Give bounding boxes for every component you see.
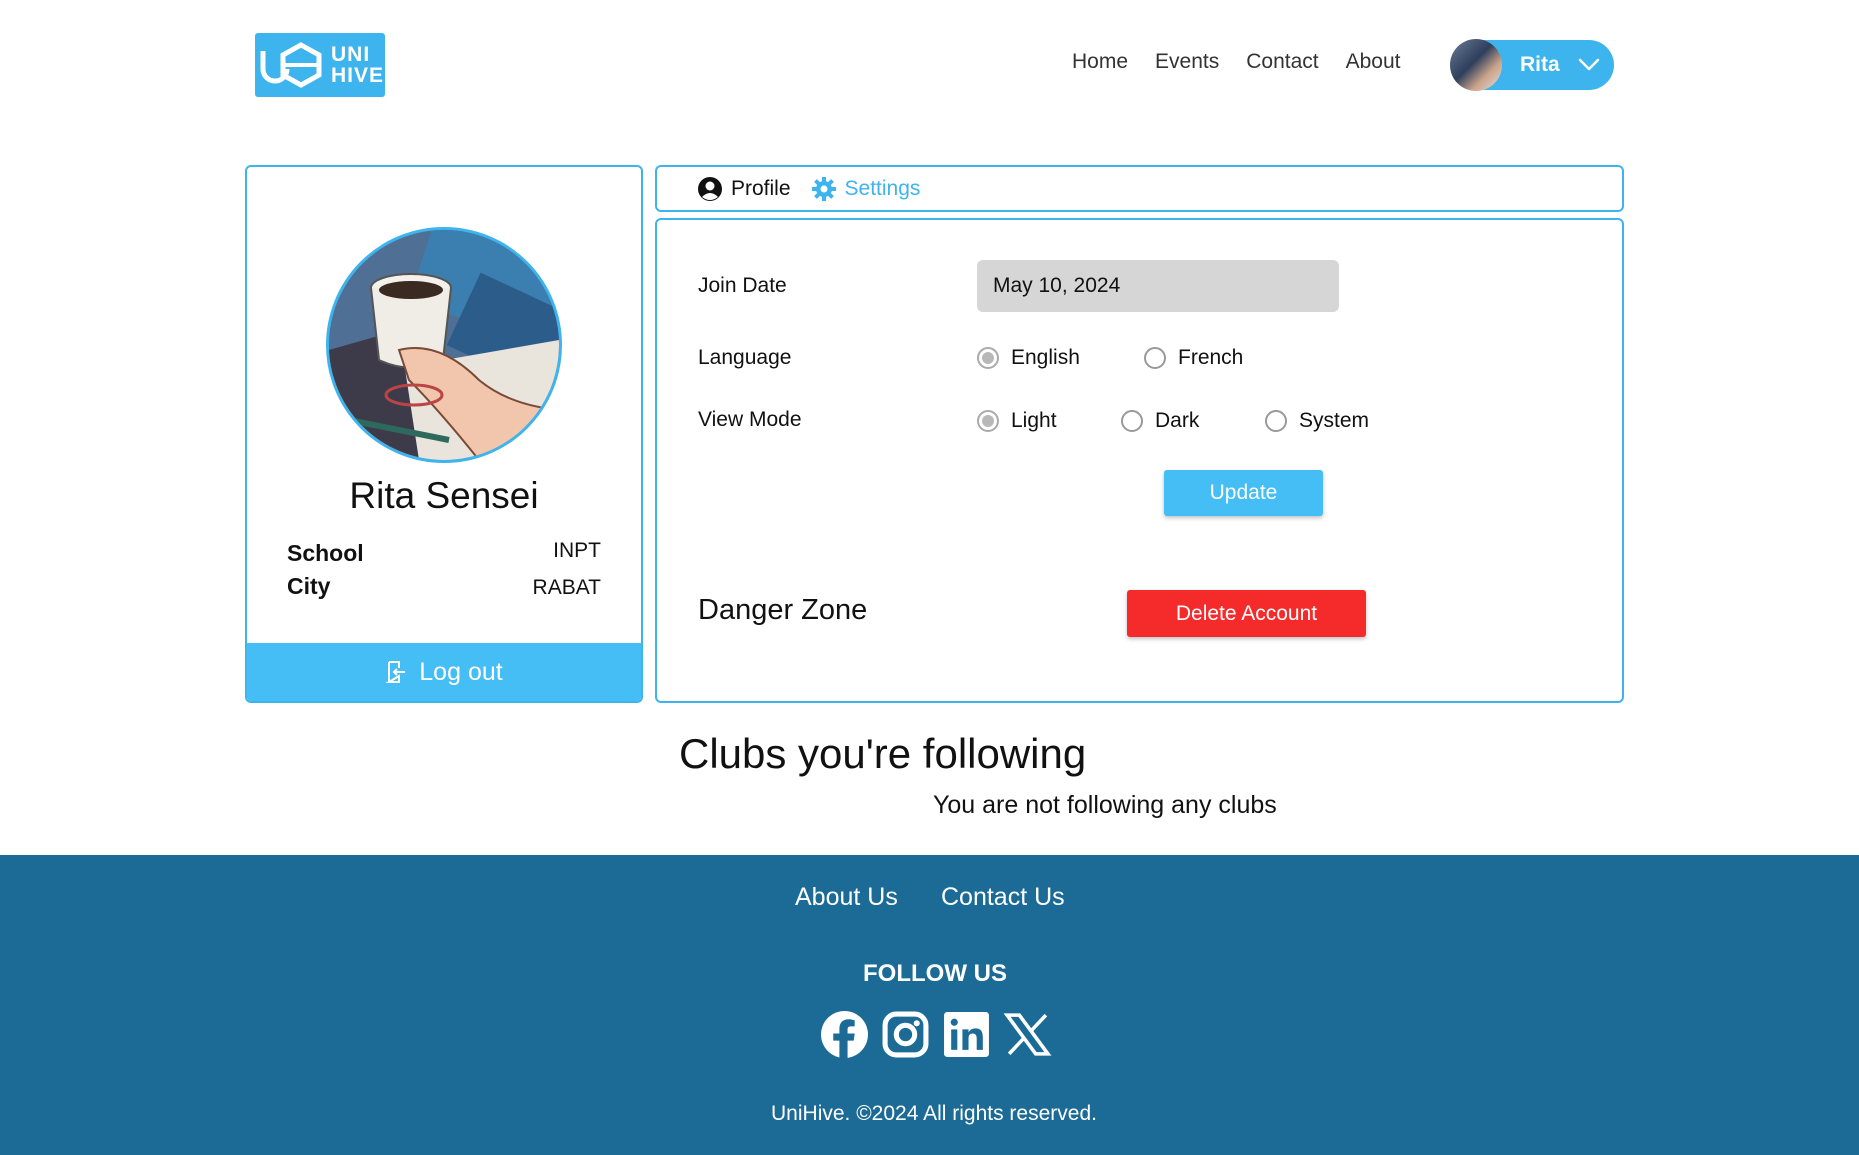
user-name: Rita xyxy=(1520,53,1560,76)
nav-home[interactable]: Home xyxy=(1072,50,1128,74)
radio-selected-icon xyxy=(977,347,999,369)
language-radio-english[interactable]: English xyxy=(977,346,1080,370)
tab-settings[interactable]: Settings xyxy=(811,176,921,202)
clubs-empty-message: You are not following any clubs xyxy=(933,791,1277,819)
x-icon[interactable] xyxy=(1003,1010,1052,1059)
logo-wordmark: UNI HIVE xyxy=(331,44,384,86)
radio-selected-icon xyxy=(977,410,999,432)
view-mode-label: View Mode xyxy=(698,408,802,431)
profile-avatar xyxy=(326,227,562,463)
profile-name: Rita Sensei xyxy=(349,475,539,516)
chevron-down-icon xyxy=(1578,58,1599,71)
view-mode-option-system: System xyxy=(1299,409,1370,432)
school-value: INPT xyxy=(553,539,601,562)
school-label: School xyxy=(287,540,364,566)
profile-photo xyxy=(329,230,559,460)
tab-settings-label: Settings xyxy=(844,176,921,200)
language-option-french: French xyxy=(1178,346,1244,369)
profile-card: Rita Sensei School INPT City RABAT Log o… xyxy=(245,165,643,703)
linkedin-icon[interactable] xyxy=(942,1010,991,1059)
view-mode-option-light: Light xyxy=(1011,409,1057,432)
logout-label: Log out xyxy=(419,657,503,686)
facebook-icon[interactable] xyxy=(820,1010,869,1059)
main-nav: Home Events Contact About xyxy=(1072,50,1401,74)
danger-zone-title: Danger Zone xyxy=(698,594,868,626)
join-date-field: May 10, 2024 xyxy=(977,260,1339,312)
gear-icon xyxy=(811,176,836,201)
radio-unselected-icon xyxy=(1265,410,1287,432)
view-mode-radio-dark[interactable]: Dark xyxy=(1121,409,1199,433)
unihive-logo[interactable]: UNI HIVE xyxy=(255,33,385,97)
view-mode-option-dark: Dark xyxy=(1155,409,1200,432)
nav-contact[interactable]: Contact xyxy=(1246,50,1318,74)
view-mode-radio-light[interactable]: Light xyxy=(977,409,1057,433)
footer-link-contact[interactable]: Contact Us xyxy=(941,883,1065,912)
logout-button[interactable]: Log out xyxy=(247,643,641,701)
city-label: City xyxy=(287,573,331,599)
profile-tabs: Profile Settings xyxy=(655,165,1624,212)
footer-link-about[interactable]: About Us xyxy=(795,883,898,912)
logo-text-line2: HIVE xyxy=(331,64,385,87)
user-circle-icon xyxy=(698,176,722,201)
copyright-text: UniHive. ©2024 All rights reserved. xyxy=(771,1102,1097,1125)
language-radio-french[interactable]: French xyxy=(1144,346,1243,370)
instagram-icon[interactable] xyxy=(881,1010,930,1059)
tab-profile[interactable]: Profile xyxy=(697,176,791,202)
language-label: Language xyxy=(698,346,792,369)
tab-profile-label: Profile xyxy=(731,176,791,200)
follow-us-title: FOLLOW US xyxy=(863,960,1007,987)
social-links xyxy=(820,1010,1052,1059)
radio-unselected-icon xyxy=(1144,347,1166,369)
update-button[interactable]: Update xyxy=(1164,470,1323,516)
join-date-label: Join Date xyxy=(698,274,787,297)
footer: About Us Contact Us FOLLOW US UniHive. ©… xyxy=(0,855,1859,1155)
clubs-title: Clubs you're following xyxy=(679,730,1087,777)
hive-logo-icon xyxy=(260,42,322,88)
user-menu-button[interactable]: Rita xyxy=(1450,39,1614,91)
language-option-english: English xyxy=(1011,346,1080,369)
avatar xyxy=(1450,39,1502,91)
logo-text-line1: UNI xyxy=(331,43,371,66)
settings-panel: Join Date May 10, 2024 Language English … xyxy=(655,218,1624,703)
nav-events[interactable]: Events xyxy=(1155,50,1219,74)
logout-icon xyxy=(385,661,406,683)
radio-unselected-icon xyxy=(1121,410,1143,432)
nav-about[interactable]: About xyxy=(1346,50,1401,74)
city-value: RABAT xyxy=(532,576,601,599)
view-mode-radio-system[interactable]: System xyxy=(1265,409,1369,433)
delete-account-button[interactable]: Delete Account xyxy=(1127,590,1366,637)
